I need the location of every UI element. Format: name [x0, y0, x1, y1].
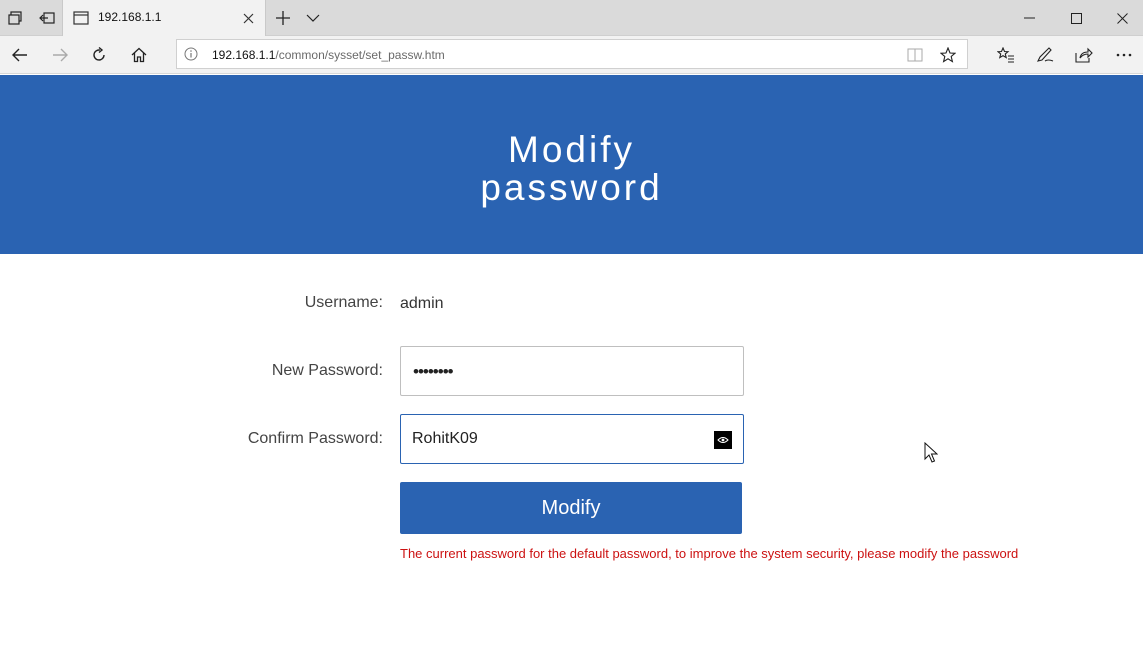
page-title-line1: Modify: [508, 129, 635, 170]
page-banner: Modify password: [0, 75, 1143, 254]
new-password-field[interactable]: ••••••••: [400, 346, 744, 396]
tab-bar: 192.168.1.1: [0, 0, 1143, 36]
favorites-hub-icon[interactable]: [986, 36, 1026, 74]
modify-button[interactable]: Modify: [400, 482, 742, 534]
web-note-pen-icon[interactable]: [1025, 36, 1065, 74]
mouse-cursor-icon: [924, 441, 939, 469]
forward-arrow-icon[interactable]: [40, 36, 80, 74]
favorite-star-icon[interactable]: [937, 44, 959, 66]
reading-view-icon[interactable]: [904, 44, 926, 66]
maximize-icon[interactable]: [1053, 0, 1099, 36]
confirm-password-field[interactable]: RohitK09: [400, 414, 744, 464]
new-tab-icon[interactable]: [268, 0, 298, 36]
tab-actions-icon[interactable]: [0, 0, 30, 36]
tab-title: 192.168.1.1: [98, 10, 162, 24]
address-url: 192.168.1.1/common/sysset/set_passw.htm: [212, 48, 445, 62]
refresh-icon[interactable]: [79, 36, 119, 74]
confirm-password-label: Confirm Password:: [247, 430, 383, 447]
username-label: Username:: [304, 294, 383, 311]
close-tab-icon[interactable]: [237, 7, 259, 29]
close-window-icon[interactable]: [1099, 0, 1143, 36]
back-arrow-icon[interactable]: [0, 36, 40, 74]
browser-tab[interactable]: 192.168.1.1: [62, 0, 266, 36]
username-value: admin: [400, 295, 444, 312]
reveal-password-eye-icon[interactable]: [714, 431, 732, 449]
page-icon: [73, 11, 89, 30]
home-icon[interactable]: [119, 36, 159, 74]
page-title-line2: password: [480, 167, 663, 208]
address-path: /common/sysset/set_passw.htm: [275, 48, 445, 62]
tab-preview-chevron-down-icon[interactable]: [298, 0, 328, 36]
address-host: 192.168.1.1: [212, 48, 276, 62]
default-password-warning: The current password for the default pas…: [400, 546, 1019, 561]
new-password-label: New Password:: [271, 362, 383, 379]
set-aside-tabs-icon[interactable]: [32, 0, 62, 36]
minimize-icon[interactable]: [1006, 0, 1052, 36]
more-options-icon[interactable]: [1104, 36, 1143, 74]
navigation-bar: 192.168.1.1/common/sysset/set_passw.htm: [0, 36, 1143, 74]
address-bar[interactable]: 192.168.1.1/common/sysset/set_passw.htm: [176, 39, 968, 69]
page-title: Modify password: [0, 131, 1143, 207]
share-icon[interactable]: [1064, 36, 1104, 74]
new-password-masked-value: ••••••••: [413, 362, 454, 381]
site-info-icon[interactable]: [184, 47, 198, 66]
confirm-password-value: RohitK09: [412, 430, 478, 447]
